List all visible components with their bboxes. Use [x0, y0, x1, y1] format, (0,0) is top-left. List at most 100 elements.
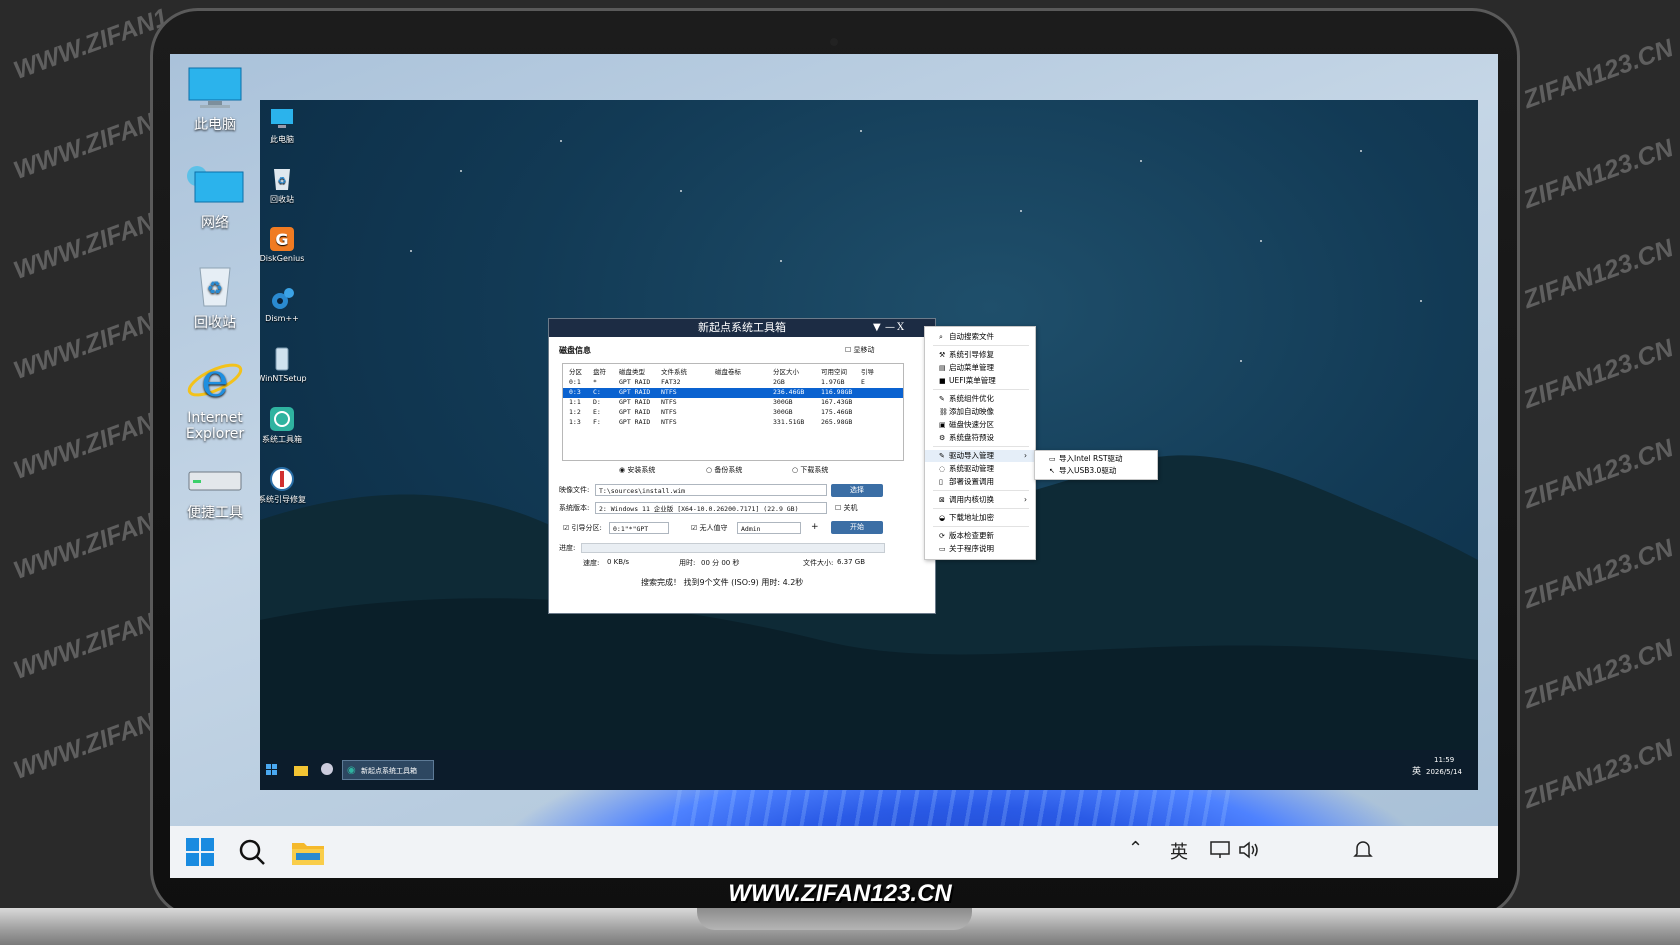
desktop-icon-this-pc[interactable]: 此电脑	[170, 66, 260, 134]
recycle-bin-icon: ♻	[199, 267, 231, 307]
chip-icon: ■	[939, 377, 946, 385]
desktop-icon-internet-explorer[interactable]: e Internet Explorer	[170, 354, 260, 442]
menu-item-auto-search[interactable]: ⌕ 自动搜索文件	[925, 331, 1035, 343]
shutdown-checkbox[interactable]: ☐ 关机	[835, 503, 858, 513]
table-cell: 0:3	[569, 388, 581, 396]
menu-item-quick-partition[interactable]: ▣ 磁盘快速分区	[925, 419, 1035, 431]
watermark-left-2: WWW.ZIFAN1	[9, 103, 172, 185]
file-explorer-icon[interactable]	[294, 764, 308, 776]
boot-partition-select[interactable]: 0:1"*"GPT	[609, 522, 669, 534]
volume-icon[interactable]	[1238, 840, 1260, 860]
submenu-item-usb3[interactable]: ↖ 导入USB3.0驱动	[1035, 465, 1157, 477]
search-button[interactable]	[232, 834, 272, 870]
file-explorer-button[interactable]	[288, 834, 328, 870]
desktop-icon-tools[interactable]: 便捷工具	[170, 464, 260, 522]
table-cell: 1:1	[569, 398, 581, 406]
col-header: 分区大小	[773, 368, 799, 376]
speed-label: 速度:	[583, 559, 600, 567]
menu-separator	[933, 345, 1029, 346]
start-button[interactable]	[180, 834, 220, 870]
menu-item-driver-import[interactable]: ✎ 驱动导入管理 ›	[925, 450, 1035, 462]
menu-item-component-optimize[interactable]: ✎ 系统组件优化	[925, 393, 1035, 405]
chevron-up-icon[interactable]: ⌃	[1128, 838, 1143, 859]
menu-item-drive-letter[interactable]: ⚙ 系统盘符预设	[925, 432, 1035, 444]
ime-indicator[interactable]: 英	[1170, 838, 1188, 864]
table-cell: GPT RAID	[619, 408, 651, 416]
menu-item-boot-menu[interactable]: ▤ 启动菜单管理	[925, 362, 1035, 374]
brush-icon: ✎	[939, 395, 945, 403]
col-header: 磁盘卷标	[715, 368, 741, 376]
watermark-right-7: ZIFAN123.CN	[1519, 634, 1677, 715]
pe-icon-label: 系统工具箱	[262, 435, 302, 444]
table-row[interactable]: 1:2 E: GPT RAID NTFS 300GB 175.46GB	[563, 408, 903, 418]
pe-icon-dism[interactable]: Dism++	[260, 286, 312, 323]
clock-date[interactable]: 2026/5/14	[1426, 768, 1462, 776]
pe-icon-boot-repair[interactable]: 系统引导修复	[260, 466, 312, 505]
notification-icon[interactable]	[1352, 839, 1374, 861]
table-cell: 0:1	[569, 378, 581, 386]
info-icon: ▭	[939, 545, 946, 553]
menu-item-boot-repair[interactable]: ⚒ 系统引导修复	[925, 349, 1035, 361]
menu-dropdown-button[interactable]: ▼	[873, 319, 881, 337]
desktop-icon-network[interactable]: 网络	[170, 164, 260, 232]
mode-backup-radio[interactable]: ○ 备份系统	[706, 465, 742, 475]
menu-item-about[interactable]: ▭ 关于程序说明	[925, 543, 1035, 555]
start-button[interactable]: 开始	[831, 521, 883, 534]
menu-item-url-encrypt[interactable]: ◒ 下载地址加密	[925, 512, 1035, 524]
taskbar-app-toolbox[interactable]: ◉ 新起点系统工具箱	[342, 760, 434, 780]
filesize-label: 文件大小:	[803, 559, 834, 567]
pe-icon-toolbox[interactable]: 系统工具箱	[260, 406, 312, 445]
network-tool-icon[interactable]	[320, 762, 334, 776]
disk-table[interactable]: 分区 盘符 磁盘类型 文件系统 磁盘卷标 分区大小 可用空间 引导 0:1 * GP…	[562, 363, 904, 461]
table-cell: 300GB	[773, 408, 793, 416]
show-mobile-checkbox[interactable]: ☐ 显移动	[845, 345, 875, 355]
menu-item-system-driver[interactable]: ◌ 系统驱动管理	[925, 463, 1035, 475]
browse-button[interactable]: 选择	[831, 484, 883, 497]
mode-download-radio[interactable]: ○ 下载系统	[792, 465, 828, 475]
menu-item-label: 磁盘快速分区	[949, 420, 994, 429]
svg-text:♻: ♻	[207, 278, 223, 299]
show-mobile-label: 显移动	[853, 346, 875, 354]
pe-icon-winntsetup[interactable]: WinNTSetup	[260, 346, 312, 383]
submenu-item-intel-rst[interactable]: ▭ 导入Intel RST驱动	[1035, 453, 1157, 465]
pe-icon-diskgenius[interactable]: G DiskGenius	[260, 226, 312, 263]
menu-item-kernel-switch[interactable]: ⊠ 调用内核切换 ›	[925, 494, 1035, 506]
boot-partition-checkbox[interactable]: ☑ 引导分区:	[563, 523, 602, 533]
col-header: 盘符	[593, 368, 606, 376]
clock-time[interactable]: 11:59	[1434, 756, 1454, 764]
system-version-select[interactable]: 2: Windows 11 企业版 [X64-10.0.26200.7171] …	[595, 502, 827, 514]
menu-item-check-update[interactable]: ⟳ 版本检查更新	[925, 530, 1035, 542]
desktop-icon-recycle-bin[interactable]: ♻ 回收站	[170, 262, 260, 332]
window-titlebar[interactable]: 新起点系统工具箱 ▼ — X	[549, 319, 935, 337]
menu-item-deploy-settings[interactable]: ▯ 部署设置调用	[925, 476, 1035, 488]
table-cell: 1:2	[569, 408, 581, 416]
table-row[interactable]: 0:3 C: GPT RAID NTFS 236.46GB 116.98GB	[563, 388, 903, 398]
mode-label: 备份系统	[714, 466, 743, 474]
menu-item-label: 系统盘符预设	[949, 433, 994, 442]
image-file-field[interactable]: T:\sources\install.wim	[595, 484, 827, 496]
close-button[interactable]: X	[897, 319, 904, 337]
menu-item-add-image[interactable]: ⛓ 添加自动映像	[925, 406, 1035, 418]
submenu-arrow-icon: ›	[1024, 495, 1027, 504]
watermark-left-4: WWW.ZIFAN1	[9, 303, 172, 385]
mode-install-radio[interactable]: ◉ 安装系统	[619, 465, 655, 475]
add-button[interactable]: +	[811, 522, 819, 532]
admin-select[interactable]: Admin	[737, 522, 801, 534]
minimize-button[interactable]: —	[885, 319, 895, 337]
menu-item-uefi-menu[interactable]: ■ UEFI菜单管理	[925, 375, 1035, 387]
table-row[interactable]: 0:1 * GPT RAID FAT32 2GB 1.97GB E	[563, 378, 903, 388]
laptop-screen: 此电脑 网络 ♻ 回收站 e Internet Explorer 便捷工具 此电…	[170, 54, 1498, 878]
network-icon[interactable]	[1210, 840, 1232, 860]
pe-icon-this-pc[interactable]: 此电脑	[260, 106, 312, 145]
windows-start-icon[interactable]	[266, 764, 278, 776]
pe-icon-recycle-bin[interactable]: ♻ 回收站	[260, 166, 312, 205]
pointer-icon: ↖	[1049, 467, 1055, 475]
unattended-checkbox[interactable]: ☑ 无人值守	[691, 523, 728, 533]
watermark-right-3: ZIFAN123.CN	[1519, 234, 1677, 315]
table-row[interactable]: 1:1 D: GPT RAID NTFS 300GB 167.43GB	[563, 398, 903, 408]
menu-item-label: 系统引导修复	[949, 350, 994, 359]
unattended-label: 无人值守	[699, 524, 728, 532]
table-row[interactable]: 1:3 F: GPT RAID NTFS 331.51GB 265.98GB	[563, 418, 903, 428]
ime-indicator[interactable]: 英	[1412, 764, 1421, 777]
pe-icon-label: WinNTSetup	[260, 374, 307, 383]
